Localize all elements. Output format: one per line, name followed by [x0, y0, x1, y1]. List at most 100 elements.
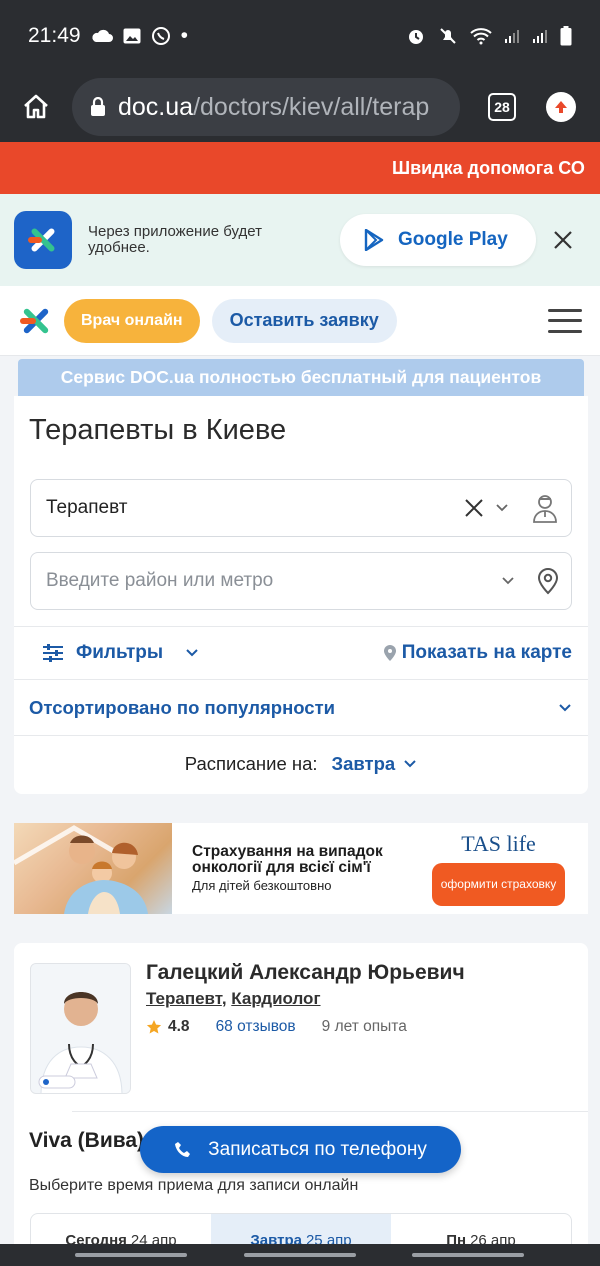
specialty-select[interactable]: Терапевт	[30, 479, 572, 537]
url-path: /doctors/kiev/all/terap	[193, 92, 430, 121]
doctor-meta: 4.8 68 отзывов 9 лет опыта	[146, 1018, 407, 1036]
family-photo	[14, 823, 172, 914]
close-banner-button[interactable]	[548, 225, 578, 255]
reviews-link[interactable]: 68 отзывов	[216, 1018, 296, 1036]
map-pin-icon	[383, 645, 396, 661]
close-icon	[554, 231, 572, 249]
ad-cta-block: TAS life оформити страховку	[432, 831, 565, 906]
doctor-card: Галецкий Александр Юрьевич Терапевт, Кар…	[14, 943, 588, 1263]
star-icon	[146, 1020, 162, 1034]
doctor-name[interactable]: Галецкий Александр Юрьевич	[146, 961, 465, 985]
district-input[interactable]: Введите район или метро	[30, 552, 572, 610]
specialty-link[interactable]: Терапевт	[146, 989, 222, 1008]
phone-icon	[175, 1141, 191, 1157]
clock: 21:49	[28, 24, 81, 47]
tab-switcher-button[interactable]: 28	[488, 93, 516, 121]
tas-life-logo: TAS life	[461, 831, 536, 856]
signal-icon-2	[533, 30, 547, 43]
nav-handle[interactable]	[244, 1253, 356, 1257]
doctor-photo[interactable]	[30, 963, 131, 1094]
clear-icon[interactable]	[463, 497, 485, 519]
page-title: Терапевты в Киеве	[29, 413, 287, 446]
google-play-button[interactable]: Google Play	[340, 214, 536, 266]
address-bar[interactable]: doc.ua/doctors/kiev/all/terap	[72, 78, 460, 136]
ad-headline: Страхування на випадок онкології для всі…	[192, 842, 383, 876]
chevron-down-icon	[502, 577, 514, 585]
title-card: Терапевты в Киеве	[14, 396, 588, 464]
doctor-online-button[interactable]: Врач онлайн	[64, 298, 200, 343]
mute-icon	[440, 28, 456, 44]
free-service-notice: Сервис DOC.ua полностью бесплатный для п…	[18, 359, 584, 396]
cloud-icon	[91, 29, 113, 42]
app-banner-text: Через приложение будет удобнее.	[88, 223, 262, 256]
app-install-banner: Через приложение будет удобнее. Google P…	[0, 194, 600, 286]
family-illustration	[14, 825, 148, 914]
image-icon	[123, 28, 141, 44]
filters-row: Фильтры Показать на карте	[14, 627, 588, 679]
specialty-link[interactable]: Кардиолог	[231, 989, 320, 1008]
nav-handle[interactable]	[75, 1253, 187, 1257]
call-to-book-label: Записаться по телефону	[208, 1138, 427, 1160]
home-button[interactable]	[14, 85, 58, 129]
chevron-down-icon	[186, 649, 198, 657]
viber-icon	[151, 27, 170, 45]
google-play-label: Google Play	[398, 229, 508, 250]
alarm-icon	[409, 30, 423, 44]
ad-subline: Для дітей безкоштовно	[192, 878, 332, 894]
sort-select[interactable]: Отсортировано по популярности	[14, 680, 588, 735]
specialty-value: Терапевт	[46, 497, 128, 518]
browser-toolbar: doc.ua/doctors/kiev/all/terap 28	[0, 72, 600, 142]
district-placeholder: Введите район или метро	[46, 570, 274, 591]
rating-value: 4.8	[168, 1018, 190, 1035]
schedule-label: Расписание на:	[184, 753, 318, 774]
chevron-down-icon	[496, 504, 508, 512]
filters-label: Фильтры	[76, 642, 164, 663]
call-to-book-button[interactable]: Записаться по телефону	[140, 1126, 461, 1173]
alert-banner[interactable]: Швидка допомога СО	[0, 142, 600, 194]
leave-request-button[interactable]: Оставить заявку	[211, 298, 397, 343]
menu-line	[548, 329, 582, 333]
specialty-separator: ,	[221, 989, 232, 1008]
doctor-portrait	[31, 964, 130, 1093]
app-logo	[14, 211, 72, 269]
experience-text: 9 лет опыта	[321, 1018, 407, 1035]
location-pin-icon	[537, 568, 559, 595]
divider	[72, 1111, 588, 1112]
filters-icon	[43, 644, 63, 662]
notification-dot: •	[180, 24, 188, 47]
chevron-down-icon	[559, 703, 571, 711]
schedule-value: Завтра	[331, 753, 396, 774]
show-on-map-link[interactable]: Показать на карте	[383, 642, 572, 664]
search-panel: Терапевт Введите район или метро Фильтры…	[14, 464, 588, 794]
site-header: Врач онлайн Оставить заявку	[0, 286, 600, 356]
upload-button[interactable]	[546, 92, 576, 122]
insurance-ad-banner[interactable]: Страхування на випадок онкології для всі…	[14, 823, 588, 914]
get-insurance-button[interactable]: оформити страховку	[432, 863, 565, 906]
schedule-select[interactable]: Завтра	[332, 753, 418, 775]
arrow-up-icon	[555, 101, 567, 113]
nav-handle[interactable]	[412, 1253, 524, 1257]
play-store-icon	[364, 229, 384, 251]
menu-line	[548, 319, 582, 322]
doc-logo-icon	[28, 228, 55, 252]
wifi-icon	[470, 28, 492, 45]
url-host: doc.ua	[118, 92, 194, 121]
hamburger-menu-button[interactable]	[548, 308, 582, 333]
clinic-name[interactable]: Viva (Вива)	[29, 1129, 144, 1153]
menu-line	[548, 308, 582, 312]
status-bar: 21:49 •	[0, 0, 600, 72]
doc-ua-logo-icon[interactable]	[18, 303, 54, 339]
doctor-icon	[533, 495, 557, 523]
doctor-specialties: Терапевт, Кардиолог	[146, 989, 321, 1009]
signal-icon	[505, 30, 519, 43]
lock-icon	[91, 97, 105, 116]
sort-label: Отсортировано по популярности	[29, 696, 336, 718]
system-nav-bar	[0, 1244, 600, 1266]
chevron-down-icon	[404, 760, 416, 768]
choose-time-text: Выберите время приема для записи онлайн	[29, 1177, 359, 1194]
battery-icon	[560, 26, 572, 46]
filters-button[interactable]: Фильтры	[42, 642, 199, 664]
ad-text: Страхування на випадок онкології для всі…	[192, 842, 422, 894]
schedule-row: Расписание на: Завтра	[14, 736, 588, 792]
doctor-rating: 4.8	[146, 1018, 190, 1036]
